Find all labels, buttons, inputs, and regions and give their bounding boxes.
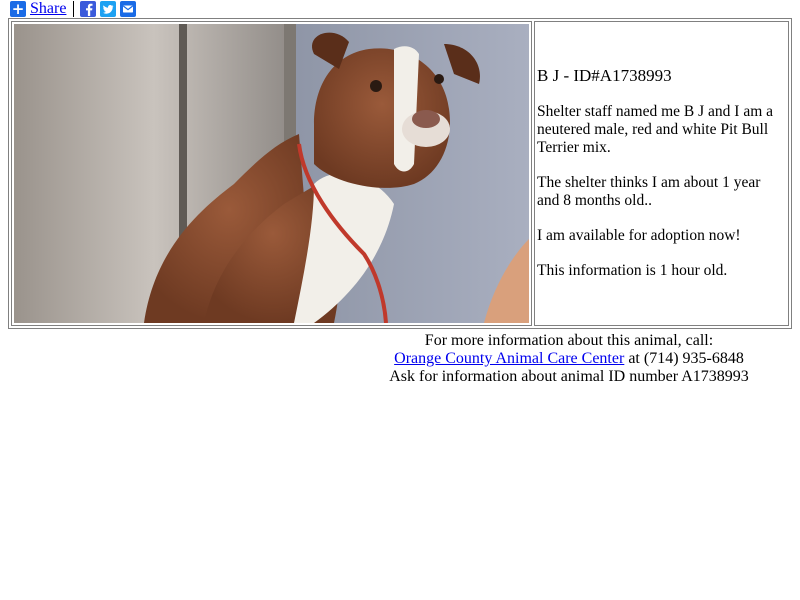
info-cell: B J - ID#A1738993 Shelter staff named me… — [534, 21, 789, 326]
share-link[interactable]: Share — [30, 0, 66, 18]
shelter-phone: at (714) 935-6848 — [624, 350, 744, 367]
info-freshness: This information is 1 hour old. — [537, 262, 728, 279]
share-bar: + Share — [10, 0, 140, 18]
animal-table: B J - ID#A1738993 Shelter staff named me… — [8, 18, 792, 329]
email-icon[interactable] — [120, 1, 137, 17]
facebook-icon[interactable] — [80, 1, 97, 17]
animal-age: The shelter thinks I am about 1 year and… — [537, 174, 761, 209]
contact-info: For more information about this animal, … — [340, 332, 798, 386]
dog-photo — [14, 24, 529, 323]
animal-availability: I am available for adoption now! — [537, 227, 741, 244]
animal-description: Shelter staff named me B J and I am a ne… — [537, 103, 774, 156]
contact-intro: For more information about this animal, … — [424, 332, 714, 349]
contact-line: Orange County Animal Care Center at (714… — [340, 350, 798, 368]
contact-ask: Ask for information about animal ID numb… — [389, 368, 749, 385]
photo-cell — [11, 21, 532, 326]
plus-icon[interactable]: + — [10, 1, 26, 17]
animal-title: B J - ID#A1738993 — [537, 66, 672, 85]
share-divider — [73, 1, 75, 17]
shelter-link[interactable]: Orange County Animal Care Center — [394, 350, 624, 367]
twitter-icon[interactable] — [100, 1, 117, 17]
